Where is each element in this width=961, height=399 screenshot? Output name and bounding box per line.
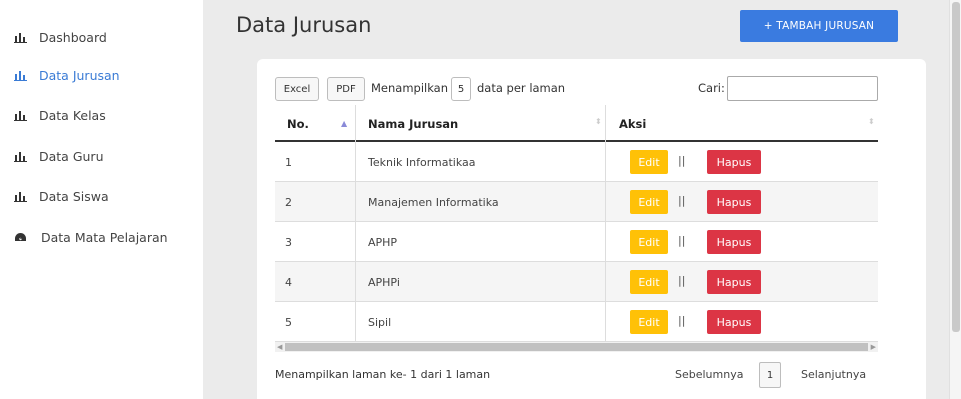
sidebar-item-label: Dashboard	[39, 29, 107, 45]
bar-chart-icon	[14, 32, 27, 43]
search-input[interactable]	[727, 76, 878, 101]
vertical-scrollbar[interactable]	[949, 0, 961, 399]
delete-button[interactable]: Hapus	[707, 270, 761, 294]
bar-chart-icon	[14, 191, 27, 202]
row-number: 3	[285, 235, 292, 249]
search-label: Cari:	[698, 81, 725, 95]
scrollbar-thumb[interactable]	[952, 2, 960, 332]
row-nama-jurusan: Manajemen Informatika	[368, 195, 499, 209]
delete-button[interactable]: Hapus	[707, 190, 761, 214]
action-separator: ||	[678, 154, 686, 167]
table-row: 5 Sipil Edit || Hapus	[275, 302, 878, 342]
edit-button[interactable]: Edit	[630, 310, 668, 334]
pagination-next[interactable]: Selanjutnya	[801, 368, 866, 381]
page-length-select[interactable]: 5	[451, 77, 471, 101]
bar-chart-icon	[14, 70, 27, 81]
sidebar-item-data-mata-pelajaran[interactable]: Data Mata Pelajaran	[14, 227, 168, 247]
length-prefix-text: Menampilkan	[371, 81, 449, 95]
sidebar-item-data-jurusan[interactable]: Data Jurusan	[14, 65, 120, 85]
table-row: 4 APHPi Edit || Hapus	[275, 262, 878, 302]
action-separator: ||	[678, 234, 686, 247]
delete-button[interactable]: Hapus	[707, 310, 761, 334]
edit-button[interactable]: Edit	[630, 190, 668, 214]
action-separator: ||	[678, 274, 686, 287]
sidebar-item-label: Data Mata Pelajaran	[41, 229, 168, 245]
edit-button[interactable]: Edit	[630, 150, 668, 174]
action-separator: ||	[678, 194, 686, 207]
row-number: 5	[285, 315, 292, 329]
column-header-aksi[interactable]: Aksi	[619, 105, 646, 142]
column-header-nama[interactable]: Nama Jurusan	[368, 105, 458, 142]
length-suffix-text: data per laman	[477, 81, 566, 95]
row-nama-jurusan: Sipil	[368, 315, 392, 329]
row-nama-jurusan: APHPi	[368, 275, 400, 289]
table-card: Excel PDF Menampilkan 5 data per laman C…	[257, 59, 926, 399]
row-number: 1	[285, 155, 292, 169]
main-content: Data Jurusan + TAMBAH JURUSAN Excel PDF …	[203, 0, 949, 399]
sidebar-item-data-guru[interactable]: Data Guru	[14, 146, 104, 166]
sort-both-icon: ⬍	[868, 117, 875, 126]
gauge-icon	[14, 232, 27, 243]
scroll-left-icon[interactable]: ◀	[277, 342, 282, 352]
sidebar-item-label: Data Jurusan	[39, 67, 120, 83]
pagination-previous[interactable]: Sebelumnya	[675, 368, 743, 381]
scrollbar-thumb[interactable]	[285, 343, 868, 351]
column-header-no[interactable]: No.	[287, 105, 309, 142]
delete-button[interactable]: Hapus	[707, 150, 761, 174]
export-pdf-button[interactable]: PDF	[327, 77, 365, 101]
sidebar-item-data-kelas[interactable]: Data Kelas	[14, 105, 106, 125]
row-nama-jurusan: APHP	[368, 235, 398, 249]
sidebar-item-label: Data Guru	[39, 148, 104, 164]
edit-button[interactable]: Edit	[630, 230, 668, 254]
export-excel-button[interactable]: Excel	[275, 77, 319, 101]
sidebar-item-dashboard[interactable]: Dashboard	[14, 27, 107, 47]
page-title: Data Jurusan	[236, 13, 372, 37]
data-table: No. ▲ Nama Jurusan ⬍ Aksi ⬍ 1 Teknik Inf…	[275, 105, 878, 342]
sort-asc-icon: ▲	[341, 119, 348, 128]
table-row: 2 Manajemen Informatika Edit || Hapus	[275, 182, 878, 222]
scroll-right-icon[interactable]: ▶	[871, 342, 876, 352]
bar-chart-icon	[14, 110, 27, 121]
sort-both-icon: ⬍	[595, 117, 602, 126]
horizontal-scrollbar[interactable]: ◀ ▶	[275, 342, 878, 352]
pagination-page[interactable]: 1	[759, 362, 781, 388]
action-separator: ||	[678, 314, 686, 327]
table-row: 1 Teknik Informatikaa Edit || Hapus	[275, 142, 878, 182]
sidebar-item-data-siswa[interactable]: Data Siswa	[14, 186, 109, 206]
add-jurusan-button[interactable]: + TAMBAH JURUSAN	[740, 10, 898, 42]
row-nama-jurusan: Teknik Informatikaa	[368, 155, 476, 169]
edit-button[interactable]: Edit	[630, 270, 668, 294]
sidebar-item-label: Data Kelas	[39, 107, 106, 123]
table-row: 3 APHP Edit || Hapus	[275, 222, 878, 262]
bar-chart-icon	[14, 151, 27, 162]
sidebar: Dashboard Data Jurusan Data Kelas Data G…	[0, 0, 203, 399]
table-info: Menampilkan laman ke- 1 dari 1 laman	[275, 368, 491, 381]
sidebar-item-label: Data Siswa	[39, 188, 109, 204]
row-number: 2	[285, 195, 292, 209]
table-header: No. ▲ Nama Jurusan ⬍ Aksi ⬍	[275, 105, 878, 142]
row-number: 4	[285, 275, 292, 289]
delete-button[interactable]: Hapus	[707, 230, 761, 254]
